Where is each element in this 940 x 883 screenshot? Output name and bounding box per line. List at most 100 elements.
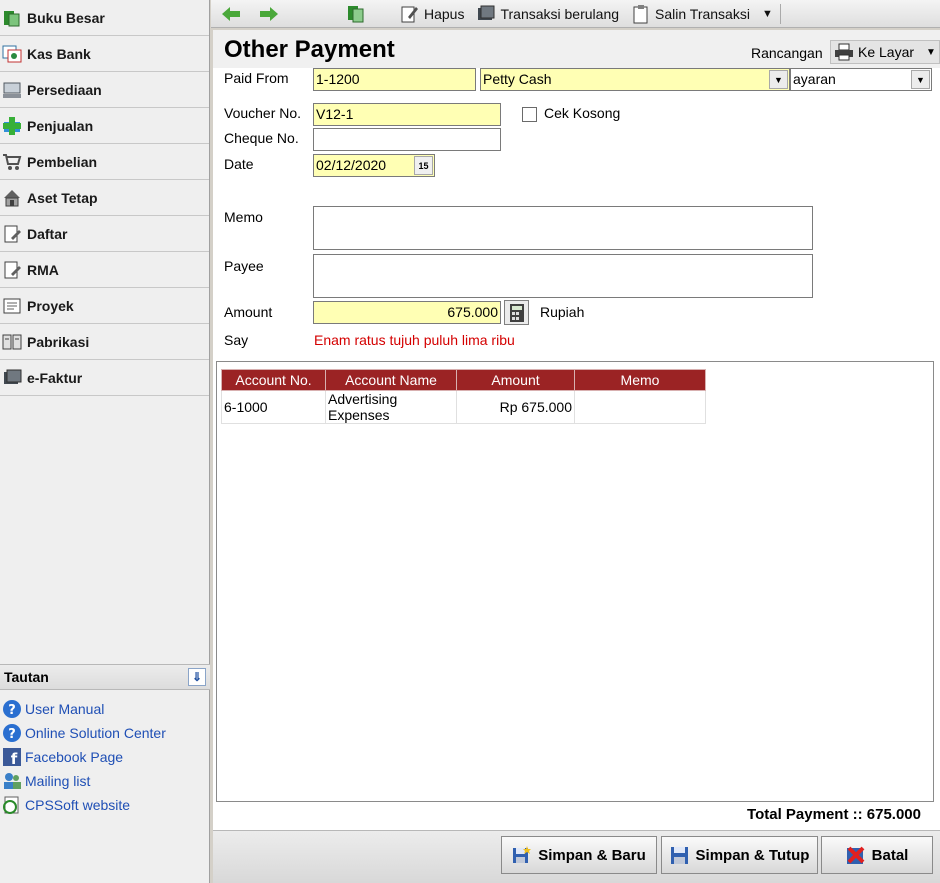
action-bar: Simpan & Baru Simpan & Tutup Batal — [213, 830, 940, 883]
cek-kosong-checkbox[interactable] — [522, 107, 537, 122]
paid-from-name-value: Petty Cash — [483, 71, 552, 87]
calendar-icon[interactable]: 15 — [414, 156, 433, 175]
toolbar-separator — [779, 3, 781, 24]
sidebar-item-kas-bank[interactable]: Kas Bank — [0, 36, 209, 72]
link-mailing-list[interactable]: Mailing list — [0, 769, 210, 793]
link-label: User Manual — [25, 701, 105, 717]
collapse-button[interactable]: ⇓ — [188, 668, 206, 686]
link-cpssoft-website[interactable]: CPSSoft website — [0, 793, 210, 817]
amount-cell[interactable]: Rp 675.000 — [456, 390, 575, 424]
paid-from-label: Paid From — [224, 70, 289, 86]
column-header[interactable]: Amount — [456, 369, 575, 391]
cart-icon — [3, 153, 22, 170]
account-grid: Account No. Account Name Amount Memo 6-1… — [216, 361, 934, 802]
sidebar-item-e-faktur[interactable]: e-Faktur — [0, 360, 209, 396]
voucher-label: Voucher No. — [224, 105, 302, 121]
link-facebook-page[interactable]: f Facebook Page — [0, 745, 210, 769]
say-label: Say — [224, 332, 249, 348]
memo-textarea[interactable] — [313, 206, 813, 250]
sidebar-item-label: Aset Tetap — [27, 189, 98, 206]
print-target-dropdown[interactable]: Ke Layar ▼ — [830, 40, 940, 64]
amount-in-words: Enam ratus tujuh puluh lima ribu — [314, 332, 515, 348]
link-user-manual[interactable]: ? User Manual — [0, 697, 210, 721]
recurring-button[interactable]: Transaksi berulang — [471, 2, 624, 26]
column-header[interactable]: Account Name — [325, 369, 457, 391]
sidebar-item-pembelian[interactable]: Pembelian — [0, 144, 209, 180]
sidebar-item-label: Kas Bank — [27, 45, 91, 62]
web-icon — [3, 796, 19, 814]
edit-delete-icon — [401, 6, 418, 22]
caret-down-icon: ▼ — [926, 46, 936, 58]
svg-text:f: f — [11, 750, 18, 767]
sidebar-menu: Buku Besar Kas Bank Persediaan Penjualan… — [0, 0, 209, 396]
double-chevron-down-icon: ⇓ — [191, 670, 203, 684]
cek-kosong-label[interactable]: Cek Kosong — [544, 105, 620, 121]
link-label: Online Solution Center — [25, 725, 166, 741]
project-icon — [3, 298, 21, 313]
sales-icon — [3, 116, 21, 135]
factory-icon — [2, 334, 22, 349]
save-icon — [670, 847, 688, 864]
svg-text:?: ? — [8, 703, 16, 718]
cheque-field[interactable] — [313, 128, 501, 151]
sidebar-item-penjualan[interactable]: Penjualan — [0, 108, 209, 144]
efaktur-icon — [4, 369, 22, 384]
payee-textarea[interactable] — [313, 254, 813, 298]
save-close-button[interactable]: Simpan & Tutup — [661, 836, 818, 874]
payment-method-dropdown[interactable]: ayaran ▼ — [790, 68, 932, 91]
sidebar-item-label: Pembelian — [27, 153, 98, 170]
arrow-right-icon — [260, 6, 278, 21]
rancangan-label[interactable]: Rancangan — [751, 45, 823, 61]
forward-button[interactable] — [253, 2, 285, 26]
sidebar-item-label: Daftar — [27, 225, 68, 242]
amount-field[interactable]: 675.000 — [313, 301, 501, 324]
date-field[interactable]: 02/12/2020 15 — [313, 154, 435, 177]
paid-from-name-dropdown[interactable]: Petty Cash ▼ — [480, 68, 790, 91]
sidebar-item-label: Penjualan — [27, 117, 94, 134]
account-name-cell[interactable]: Advertising Expenses — [325, 390, 457, 424]
other-payment-form: Other Payment Rancangan Ke Layar ▼ Paid … — [213, 30, 940, 830]
save-close-label: Simpan & Tutup — [695, 846, 810, 864]
save-new-label: Simpan & Baru — [538, 846, 646, 864]
column-header[interactable]: Account No. — [221, 369, 326, 391]
help-icon: ? — [3, 724, 21, 742]
cancel-button[interactable]: Batal — [821, 836, 933, 874]
sidebar-item-daftar[interactable]: Daftar — [0, 216, 209, 252]
arrow-left-icon — [222, 6, 240, 21]
sidebar-item-rma[interactable]: RMA — [0, 252, 209, 288]
caret-down-icon[interactable]: ▼ — [762, 8, 773, 20]
sidebar-item-label: Persediaan — [27, 81, 102, 98]
table-row[interactable]: 6-1000 Advertising Expenses Rp 675.000 — [221, 390, 706, 424]
sidebar-item-buku-besar[interactable]: Buku Besar — [0, 0, 209, 36]
payment-method-value: ayaran — [793, 71, 836, 87]
sidebar-item-pabrikasi[interactable]: Pabrikasi — [0, 324, 209, 360]
amount-label: Amount — [224, 304, 273, 320]
sidebar-item-aset-tetap[interactable]: Aset Tetap — [0, 180, 209, 216]
sidebar-item-proyek[interactable]: Proyek — [0, 288, 209, 324]
rma-icon — [4, 261, 21, 278]
facebook-icon: f — [3, 748, 21, 767]
sidebar-item-persediaan[interactable]: Persediaan — [0, 72, 209, 108]
ledger-icon — [4, 10, 20, 26]
paid-from-code-field[interactable]: 1-1200 — [313, 68, 476, 91]
sidebar-item-label: e-Faktur — [27, 369, 83, 386]
table-header-row: Account No. Account Name Amount Memo — [221, 369, 706, 391]
calculator-button[interactable] — [504, 300, 529, 325]
sidebar-item-label: Proyek — [27, 297, 74, 314]
voucher-field[interactable]: V12-1 — [313, 103, 501, 126]
save-new-button[interactable]: Simpan & Baru — [501, 836, 657, 874]
link-label: CPSSoft website — [25, 797, 131, 813]
link-online-solution-center[interactable]: ? Online Solution Center — [0, 721, 210, 745]
copy-transaction-label: Salin Transaksi — [655, 5, 750, 22]
back-button[interactable] — [215, 2, 247, 26]
memo-cell[interactable] — [574, 390, 706, 424]
sidebar-item-label: Buku Besar — [27, 9, 105, 26]
house-icon — [4, 189, 20, 206]
new-button[interactable] — [341, 2, 371, 26]
caret-down-icon: ▼ — [911, 70, 930, 89]
column-header[interactable]: Memo — [574, 369, 706, 391]
tautan-links: ? User Manual ? Online Solution Center f… — [0, 697, 210, 817]
copy-transaction-button[interactable]: Salin Transaksi ▼ — [626, 2, 778, 26]
account-no-cell[interactable]: 6-1000 — [221, 390, 326, 424]
delete-button[interactable]: Hapus — [395, 2, 469, 26]
